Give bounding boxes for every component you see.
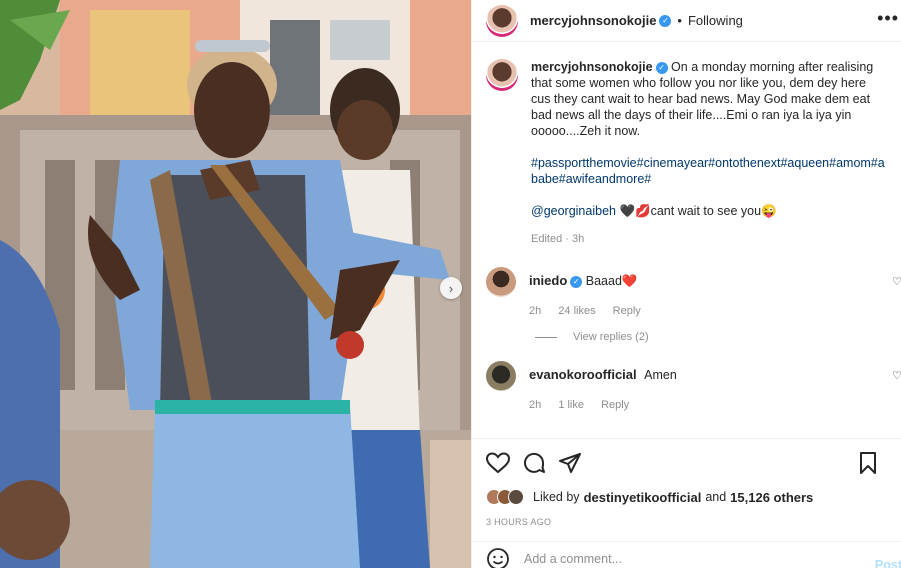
comment-like-heart-icon[interactable]: ♡: [892, 369, 901, 382]
view-replies-button[interactable]: View replies (2): [472, 331, 901, 343]
add-comment-bar: Post: [472, 541, 901, 568]
heart-icon[interactable]: [486, 452, 510, 474]
author-username[interactable]: mercyjohnsonokojie: [530, 13, 656, 28]
comment-item: iniedo ✓ Baaad❤️ 2h 24 likes Reply ♡: [472, 267, 901, 317]
separator-dot: •: [677, 13, 682, 28]
caption-hashtags[interactable]: #passportthemovie#cinemayear#ontothenext…: [531, 155, 888, 187]
reply-button[interactable]: Reply: [613, 305, 641, 317]
post-actions: Liked by destinyetikoofficial and 15,126…: [472, 438, 901, 527]
next-arrow-icon[interactable]: ›: [440, 277, 462, 299]
liked-by-user[interactable]: destinyetikoofficial: [584, 490, 702, 505]
comment-text: Baaad❤️: [585, 274, 638, 288]
comment-meta: 2h 24 likes Reply: [529, 305, 655, 317]
author-avatar[interactable]: [486, 4, 518, 37]
likes-count[interactable]: 15,126 others: [730, 490, 813, 505]
comment-input[interactable]: [524, 552, 844, 566]
mention-link[interactable]: @georginaibeh: [531, 204, 616, 218]
comment-meta: 2h 1 like Reply: [529, 399, 677, 411]
comment-likes[interactable]: 24 likes: [558, 305, 595, 317]
comment-text-line: iniedo ✓ Baaad❤️: [529, 267, 655, 289]
comment-like-heart-icon[interactable]: ♡: [892, 275, 901, 288]
caption-username[interactable]: mercyjohnsonokojie: [531, 60, 653, 74]
verified-icon: ✓: [655, 62, 668, 74]
commenter-avatar[interactable]: [486, 361, 516, 391]
comment-likes[interactable]: 1 like: [558, 399, 584, 411]
comments-scroll-area[interactable]: mercyjohnsonokojie ✓ On a monday morning …: [472, 43, 901, 438]
comment-time: 2h: [529, 305, 542, 317]
verified-icon: ✓: [659, 14, 672, 27]
likes-prefix: Liked by: [533, 490, 580, 504]
commenter-username[interactable]: evanokoroofficial: [529, 367, 637, 382]
caption-body: mercyjohnsonokojie ✓ On a monday morning …: [531, 59, 888, 247]
comment-text-line: evanokoroofficial Amen: [529, 361, 677, 383]
post-timestamp: 3 HOURS AGO: [486, 517, 552, 527]
post-photo: ›: [0, 0, 471, 568]
comment-icon[interactable]: [522, 451, 546, 475]
emoji-icon[interactable]: [486, 547, 510, 568]
post-caption: mercyjohnsonokojie ✓ On a monday morning …: [472, 43, 901, 247]
likes-middle: and: [705, 490, 727, 504]
comment-text: Amen: [644, 368, 677, 382]
verified-icon: ✓: [570, 276, 583, 288]
action-icons-row: [486, 451, 888, 475]
reply-button[interactable]: Reply: [601, 399, 629, 411]
liker-avatar: [508, 489, 524, 505]
following-button[interactable]: Following: [688, 13, 743, 28]
caption-mention-line: @georginaibeh 🖤💋cant wait to see you😜: [531, 203, 888, 219]
post-photo-illustration: [0, 0, 471, 568]
commenter-avatar[interactable]: [486, 267, 516, 297]
commenter-username[interactable]: iniedo: [529, 273, 567, 288]
comment-time: 2h: [529, 399, 542, 411]
comment-item: evanokoroofficial Amen 2h 1 like Reply ♡: [472, 361, 901, 411]
liker-avatars: [486, 489, 524, 505]
caption-author-avatar[interactable]: [486, 59, 518, 91]
bookmark-icon[interactable]: [858, 451, 878, 475]
more-options-icon[interactable]: •••: [877, 8, 899, 29]
post-comment-button[interactable]: Post: [875, 558, 901, 568]
likes-summary: Liked by destinyetikoofficial and 15,126…: [486, 489, 888, 505]
edited-timestamp: Edited · 3h: [531, 233, 585, 245]
post-side-panel: mercyjohnsonokojie ✓ • Following ••• mer…: [471, 0, 901, 568]
view-replies-line: [535, 336, 557, 338]
view-replies-label[interactable]: View replies (2): [573, 331, 649, 343]
mention-suffix: 🖤💋cant wait to see you😜: [619, 204, 777, 218]
share-icon[interactable]: [558, 451, 582, 475]
post-header: mercyjohnsonokojie ✓ • Following •••: [472, 0, 901, 42]
